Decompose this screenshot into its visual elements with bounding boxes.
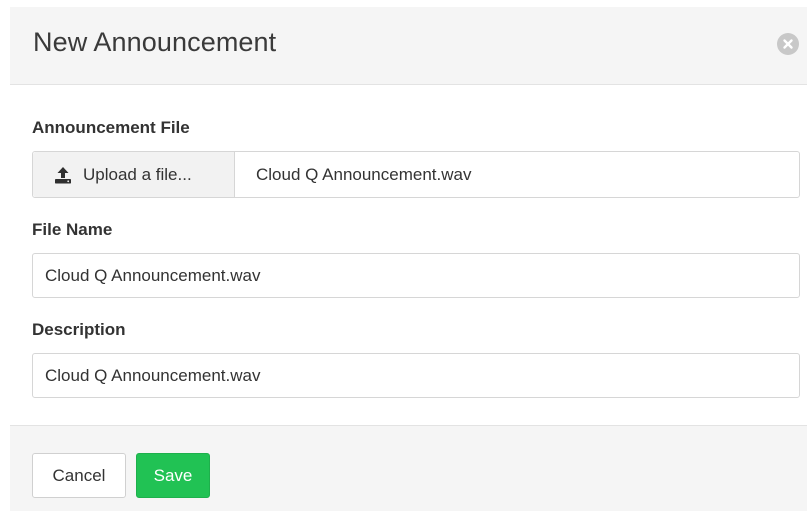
close-button[interactable] [777, 33, 799, 55]
modal-footer: Cancel Save [10, 425, 807, 511]
file-name-label: File Name [32, 220, 113, 239]
selected-file-name: Cloud Q Announcement.wav [256, 164, 472, 184]
modal-header: New Announcement [10, 7, 807, 85]
close-circle-icon [782, 38, 794, 50]
description-label: Description [32, 320, 126, 339]
file-name-input[interactable] [32, 253, 800, 298]
save-button[interactable]: Save [136, 453, 210, 498]
upload-file-button[interactable]: Upload a file... [33, 152, 235, 197]
new-announcement-modal: New Announcement Announcement File Uploa… [10, 7, 807, 511]
announcement-file-input-group: Upload a file... Cloud Q Announcement.wa… [32, 151, 800, 198]
description-input[interactable] [32, 353, 800, 398]
upload-button-label: Upload a file... [83, 164, 192, 184]
modal-title: New Announcement [33, 27, 277, 57]
upload-icon [53, 165, 73, 185]
modal-body: Announcement File Upload a file... Cloud… [10, 85, 807, 425]
cancel-button[interactable]: Cancel [32, 453, 126, 498]
announcement-file-label: Announcement File [32, 118, 190, 137]
